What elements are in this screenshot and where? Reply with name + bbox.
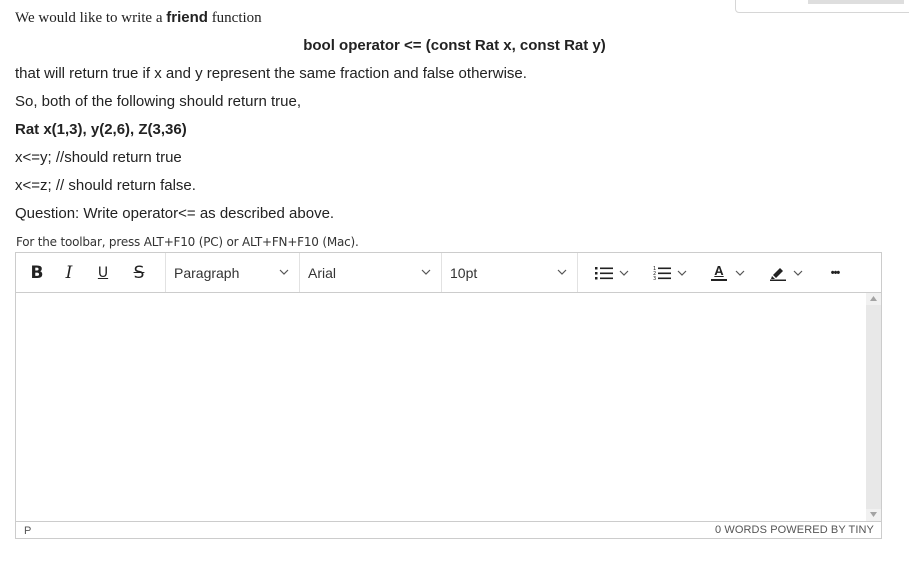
block-format-select[interactable]: Paragraph bbox=[165, 253, 300, 292]
status-right: 0 WORDS POWERED BY TINY bbox=[715, 524, 874, 536]
top-right-box bbox=[735, 0, 909, 13]
vertical-scrollbar[interactable] bbox=[866, 293, 881, 521]
toolbar-hint: For the toolbar, press ALT+F10 (PC) or A… bbox=[16, 235, 359, 249]
italic-button[interactable]: I bbox=[52, 253, 86, 292]
numbered-list-button[interactable]: 1 2 3 bbox=[646, 253, 694, 292]
text-color-swatch bbox=[711, 279, 727, 281]
numbered-list-icon: 1 2 3 bbox=[653, 266, 671, 281]
block-format-value: Paragraph bbox=[174, 264, 240, 281]
element-path[interactable]: P bbox=[24, 525, 31, 537]
font-size-select[interactable]: 10pt bbox=[442, 253, 578, 292]
question-prompt: Question: Write operator<= as described … bbox=[15, 205, 335, 222]
underline-button[interactable]: U bbox=[86, 253, 120, 292]
question-line-5: Rat x(1,3), y(2,6), Z(3,36) bbox=[15, 121, 187, 138]
editor-statusbar: P 0 WORDS POWERED BY TINY bbox=[16, 521, 881, 539]
chevron-down-icon bbox=[735, 270, 745, 276]
more-button[interactable]: ••• bbox=[820, 253, 850, 292]
text-color-letter: A bbox=[714, 263, 724, 278]
question-line-3: that will return true if x and y represe… bbox=[15, 65, 527, 82]
question-line-1-post: function bbox=[207, 10, 262, 26]
bold-button[interactable]: B bbox=[20, 253, 54, 292]
chevron-down-icon bbox=[619, 270, 629, 276]
text-color-icon: A bbox=[711, 264, 727, 281]
editor-toolbar: B I U S Paragraph Arial 10pt 1 2 3 A ••• bbox=[16, 253, 881, 293]
bullet-list-button[interactable] bbox=[588, 253, 636, 292]
editor-content-area[interactable] bbox=[16, 293, 866, 521]
chevron-down-icon bbox=[557, 269, 567, 275]
question-line-4: So, both of the following should return … bbox=[15, 93, 302, 110]
text-color-button[interactable]: A bbox=[704, 253, 752, 292]
question-line-1-pre: We would like to write a bbox=[15, 10, 167, 26]
scroll-up-icon[interactable] bbox=[870, 296, 877, 301]
strikethrough-button[interactable]: S bbox=[122, 253, 156, 292]
word-count[interactable]: 0 WORDS bbox=[715, 524, 767, 536]
rich-text-editor: B I U S Paragraph Arial 10pt 1 2 3 A •••… bbox=[15, 252, 882, 539]
chevron-down-icon bbox=[421, 269, 431, 275]
question-line-6: x<=y; //should return true bbox=[15, 149, 182, 166]
top-right-box-fill bbox=[808, 0, 904, 4]
font-family-value: Arial bbox=[308, 264, 337, 281]
bullet-list-icon bbox=[595, 266, 613, 279]
svg-text:3: 3 bbox=[653, 276, 656, 281]
font-family-select[interactable]: Arial bbox=[300, 253, 442, 292]
operator-signature: bool operator <= (const Rat x, const Rat… bbox=[303, 37, 606, 54]
scrollbar-track[interactable] bbox=[866, 305, 881, 509]
chevron-down-icon bbox=[793, 270, 803, 276]
scroll-down-icon[interactable] bbox=[870, 512, 877, 517]
highlight-color-button[interactable] bbox=[762, 253, 810, 292]
highlighter-icon bbox=[770, 267, 786, 281]
chevron-down-icon bbox=[677, 270, 687, 276]
font-size-value: 10pt bbox=[450, 264, 478, 281]
chevron-down-icon bbox=[279, 269, 289, 275]
question-line-1: We would like to write a friend function bbox=[15, 9, 262, 27]
question-line-7: x<=z; // should return false. bbox=[15, 177, 196, 194]
friend-keyword: friend bbox=[166, 9, 208, 26]
powered-by-link[interactable]: POWERED BY TINY bbox=[770, 524, 874, 536]
